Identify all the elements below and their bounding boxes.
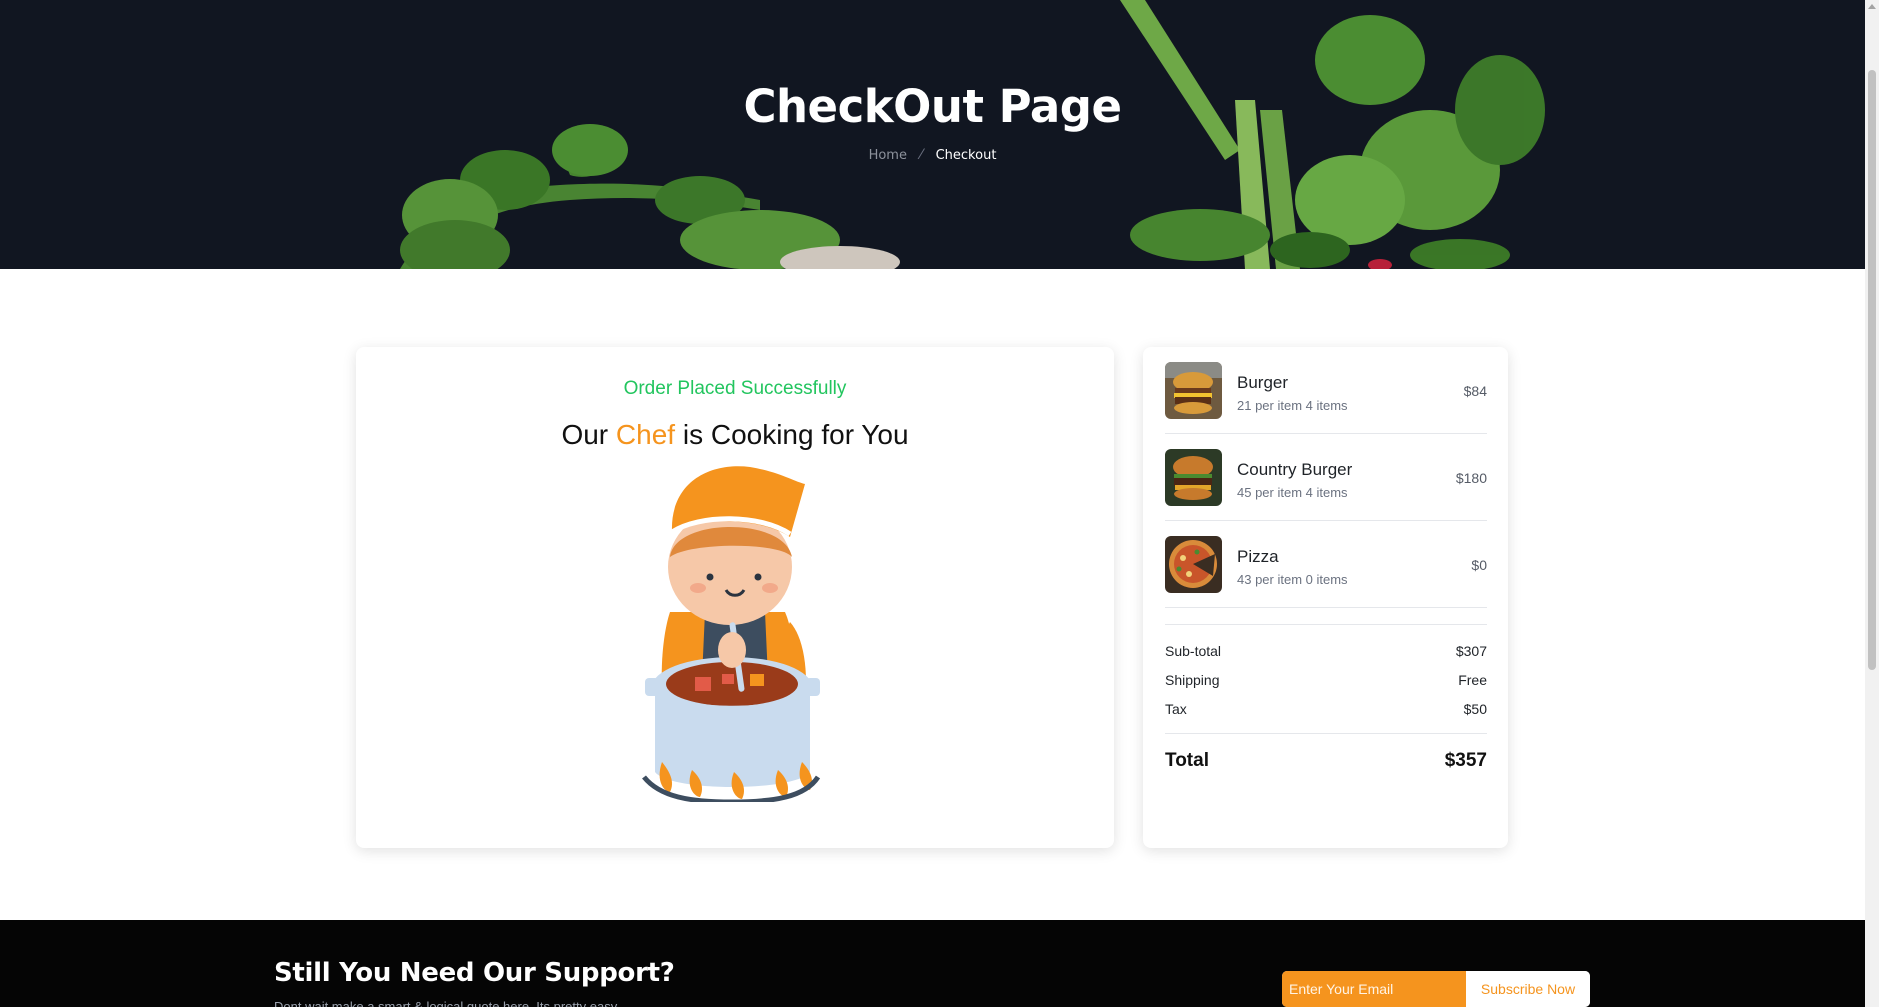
item-name: Pizza [1237, 547, 1279, 566]
page-title: CheckOut Page [743, 80, 1122, 133]
pizza-photo [1165, 536, 1222, 593]
newsletter-form: Subscribe Now [1282, 971, 1590, 1007]
scroll-up-arrow-icon[interactable] [1868, 4, 1876, 9]
order-item: Pizza 43 per item 0 items $0 [1165, 521, 1487, 608]
breadcrumb-separator: ⁄ [920, 147, 923, 163]
item-meta: 45 per item 4 items [1237, 485, 1348, 500]
tax-value: $50 [1463, 701, 1487, 717]
item-name: Country Burger [1237, 460, 1353, 479]
summary-divider [1165, 624, 1487, 625]
page-scrollbar[interactable] [1865, 0, 1879, 1007]
leafy-greens-background [400, 0, 1545, 269]
chef-cooking-illustration [642, 466, 821, 802]
order-summary-card: Burger 21 per item 4 items $84 Country B… [1143, 347, 1508, 848]
order-item: Burger 21 per item 4 items $84 [1165, 347, 1487, 434]
breadcrumb-current: Checkout [935, 148, 997, 163]
item-price: $180 [1455, 470, 1487, 486]
breadcrumb-home-link[interactable]: Home [869, 148, 907, 163]
shipping-label: Shipping [1165, 672, 1220, 688]
heading-suffix: is Cooking for You [675, 419, 909, 450]
item-meta: 43 per item 0 items [1237, 572, 1348, 587]
tax-row: Tax $50 [1165, 701, 1487, 717]
subtotal-label: Sub-total [1165, 643, 1222, 659]
chef-cooking-heading: Our Chef is Cooking for You [356, 419, 1114, 451]
support-subtitle: Dont wait make a smart & logical quote h… [274, 999, 620, 1007]
order-success-card: Order Placed Successfully Our Chef is Co… [356, 347, 1114, 848]
tax-label: Tax [1165, 701, 1187, 717]
total-label: Total [1165, 750, 1209, 771]
item-name: Burger [1237, 373, 1289, 392]
breadcrumb: Home ⁄ Checkout [0, 147, 1865, 163]
burger-photo [1165, 362, 1222, 419]
subscribe-button[interactable]: Subscribe Now [1466, 971, 1590, 1007]
scrollbar-thumb[interactable] [1868, 70, 1876, 670]
support-title: Still You Need Our Support? [274, 958, 675, 988]
total-value: $357 [1444, 750, 1487, 771]
shipping-row: Shipping Free [1165, 672, 1487, 688]
country-burger-photo [1165, 449, 1222, 506]
total-row: Total $357 [1165, 750, 1487, 772]
hero-banner: CheckOut Page Home ⁄ Checkout [0, 0, 1865, 269]
checkout-page: CheckOut Page Home ⁄ Checkout Order Plac… [0, 0, 1879, 1007]
total-divider [1165, 733, 1487, 734]
order-success-message: Order Placed Successfully [623, 378, 847, 399]
item-price: $84 [1463, 383, 1487, 399]
subtotal-value: $307 [1455, 643, 1487, 659]
heading-prefix: Our [561, 419, 616, 450]
item-meta: 21 per item 4 items [1237, 398, 1348, 413]
subtotal-row: Sub-total $307 [1165, 643, 1487, 659]
heading-highlight: Chef [615, 419, 676, 450]
shipping-value: Free [1458, 672, 1487, 688]
order-item: Country Burger 45 per item 4 items $180 [1165, 434, 1487, 521]
email-input[interactable] [1282, 971, 1466, 1007]
item-price: $0 [1471, 557, 1487, 573]
